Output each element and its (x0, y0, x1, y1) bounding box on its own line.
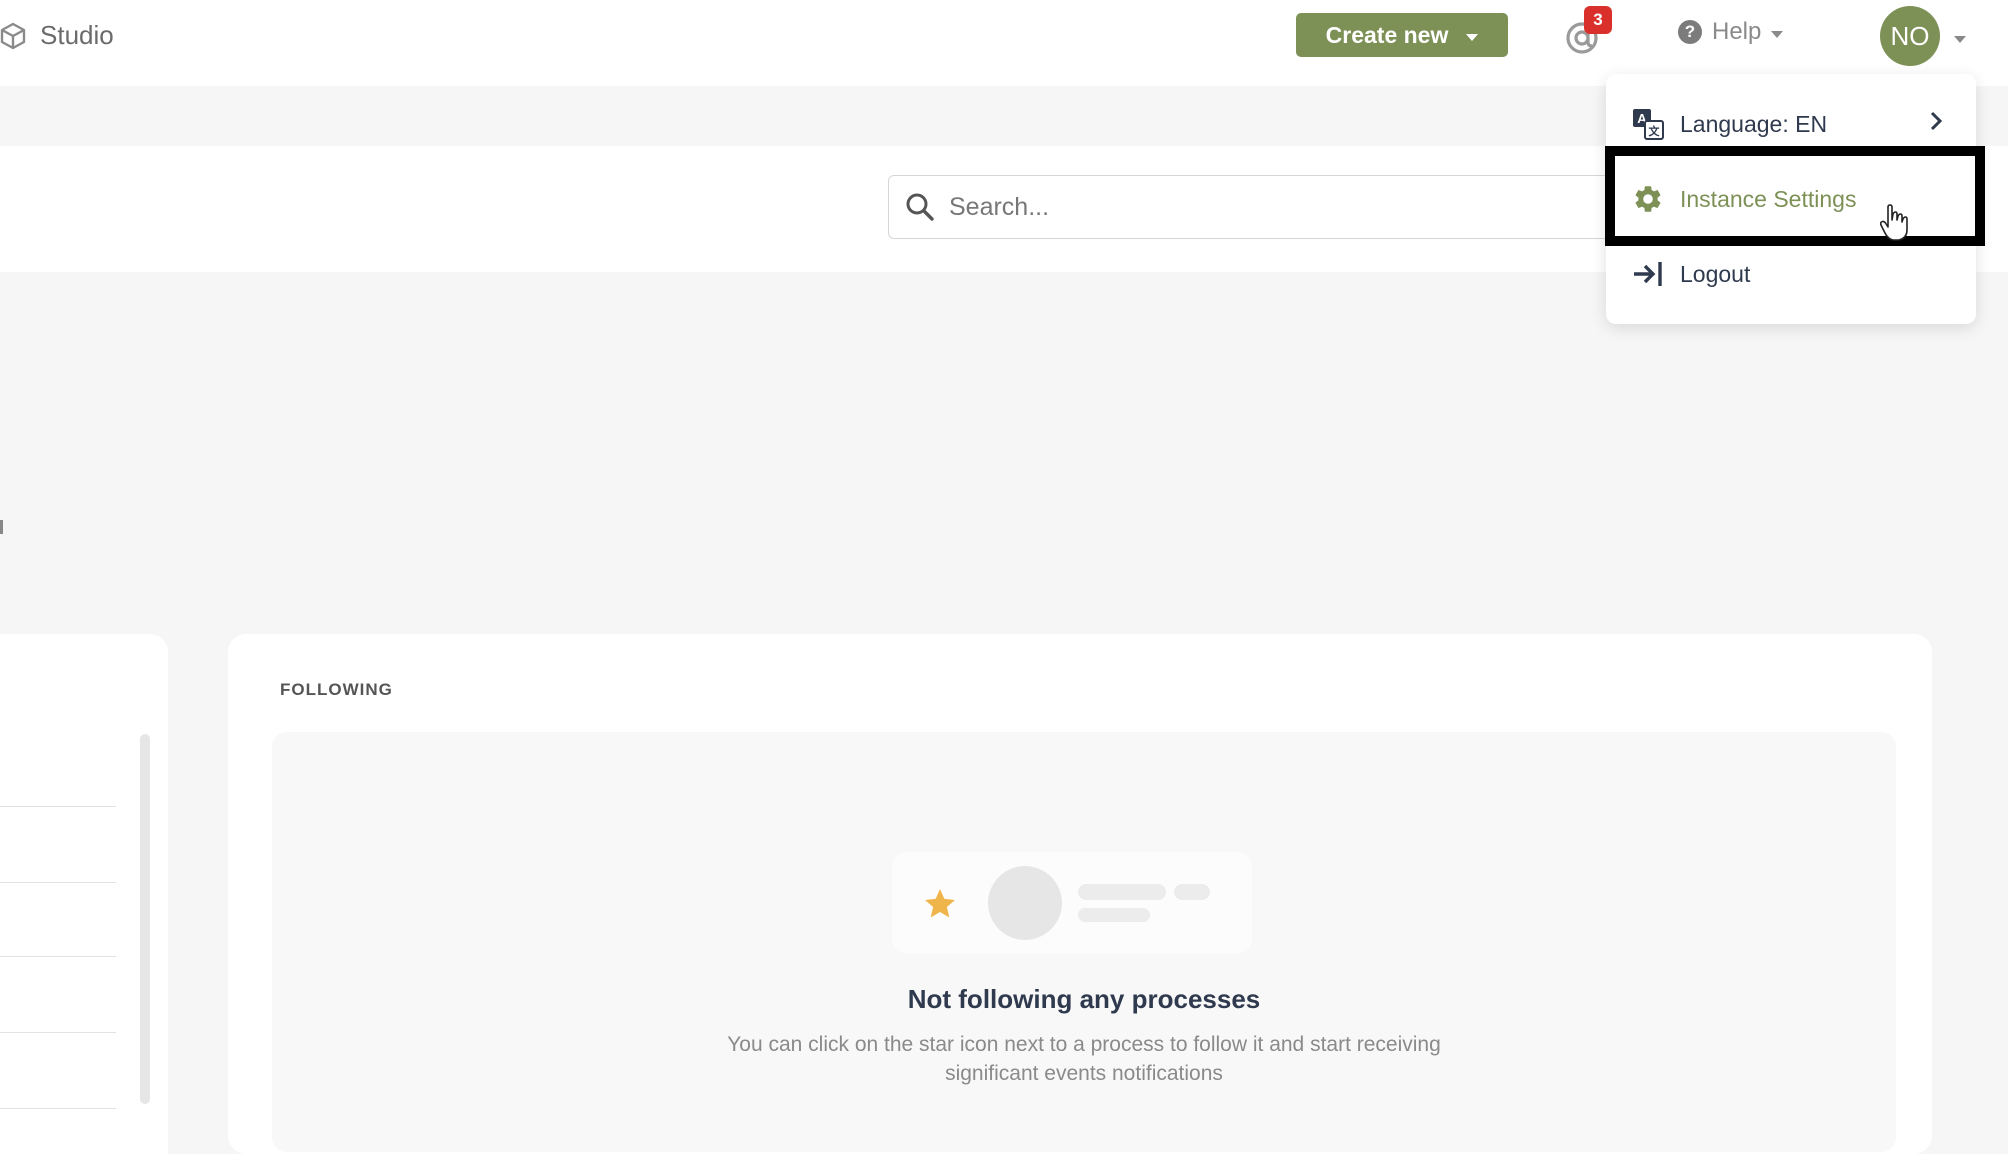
list-divider (0, 1108, 116, 1109)
create-new-label: Create new (1325, 21, 1449, 48)
menu-item-label: Logout (1680, 260, 1751, 287)
scrollbar[interactable] (140, 734, 150, 1104)
text-placeholder (1078, 884, 1166, 900)
caret-down-icon (1771, 30, 1784, 38)
menu-item-label: Language: EN (1680, 110, 1828, 137)
star-icon (925, 889, 955, 918)
search-input[interactable] (947, 191, 1591, 223)
logout-icon (1634, 262, 1662, 286)
search-icon (906, 193, 934, 221)
help-icon: ? (1678, 20, 1702, 44)
create-new-button[interactable]: Create new (1296, 13, 1508, 57)
list-divider (0, 882, 116, 883)
list-divider (0, 956, 116, 957)
avatar[interactable]: NO (1880, 6, 1940, 66)
hand-cursor-icon (1880, 204, 1908, 241)
translate-icon: A 文 (1633, 109, 1664, 140)
help-label: Help (1712, 18, 1762, 45)
avatar-caret-icon[interactable] (1954, 36, 1966, 43)
sidebar-edge-mark (0, 520, 3, 534)
svg-text:文: 文 (1649, 124, 1661, 138)
empty-state-description: You can click on the star icon next to a… (727, 1033, 1441, 1085)
notification-badge: 3 (1584, 6, 1612, 34)
menu-item-language[interactable]: A 文 Language: EN (1632, 108, 1827, 140)
brand-name: Studio (40, 20, 114, 50)
following-title: FOLLOWING (280, 680, 393, 699)
avatar-placeholder (988, 866, 1062, 940)
list-divider (0, 806, 116, 807)
cube-icon (0, 22, 26, 49)
highlight-box (1605, 146, 1985, 246)
list-divider (0, 1032, 116, 1033)
search-box[interactable] (888, 175, 1628, 239)
brand[interactable]: Studio (0, 20, 114, 51)
text-placeholder (1174, 884, 1210, 900)
help-menu[interactable]: ? Help (1678, 18, 1784, 46)
chevron-right-icon[interactable] (1928, 110, 1944, 132)
empty-state-title: Not following any processes (907, 984, 1261, 1014)
caret-down-icon (1466, 33, 1479, 41)
text-placeholder (1078, 908, 1150, 922)
menu-item-logout[interactable]: Logout (1632, 258, 1750, 290)
